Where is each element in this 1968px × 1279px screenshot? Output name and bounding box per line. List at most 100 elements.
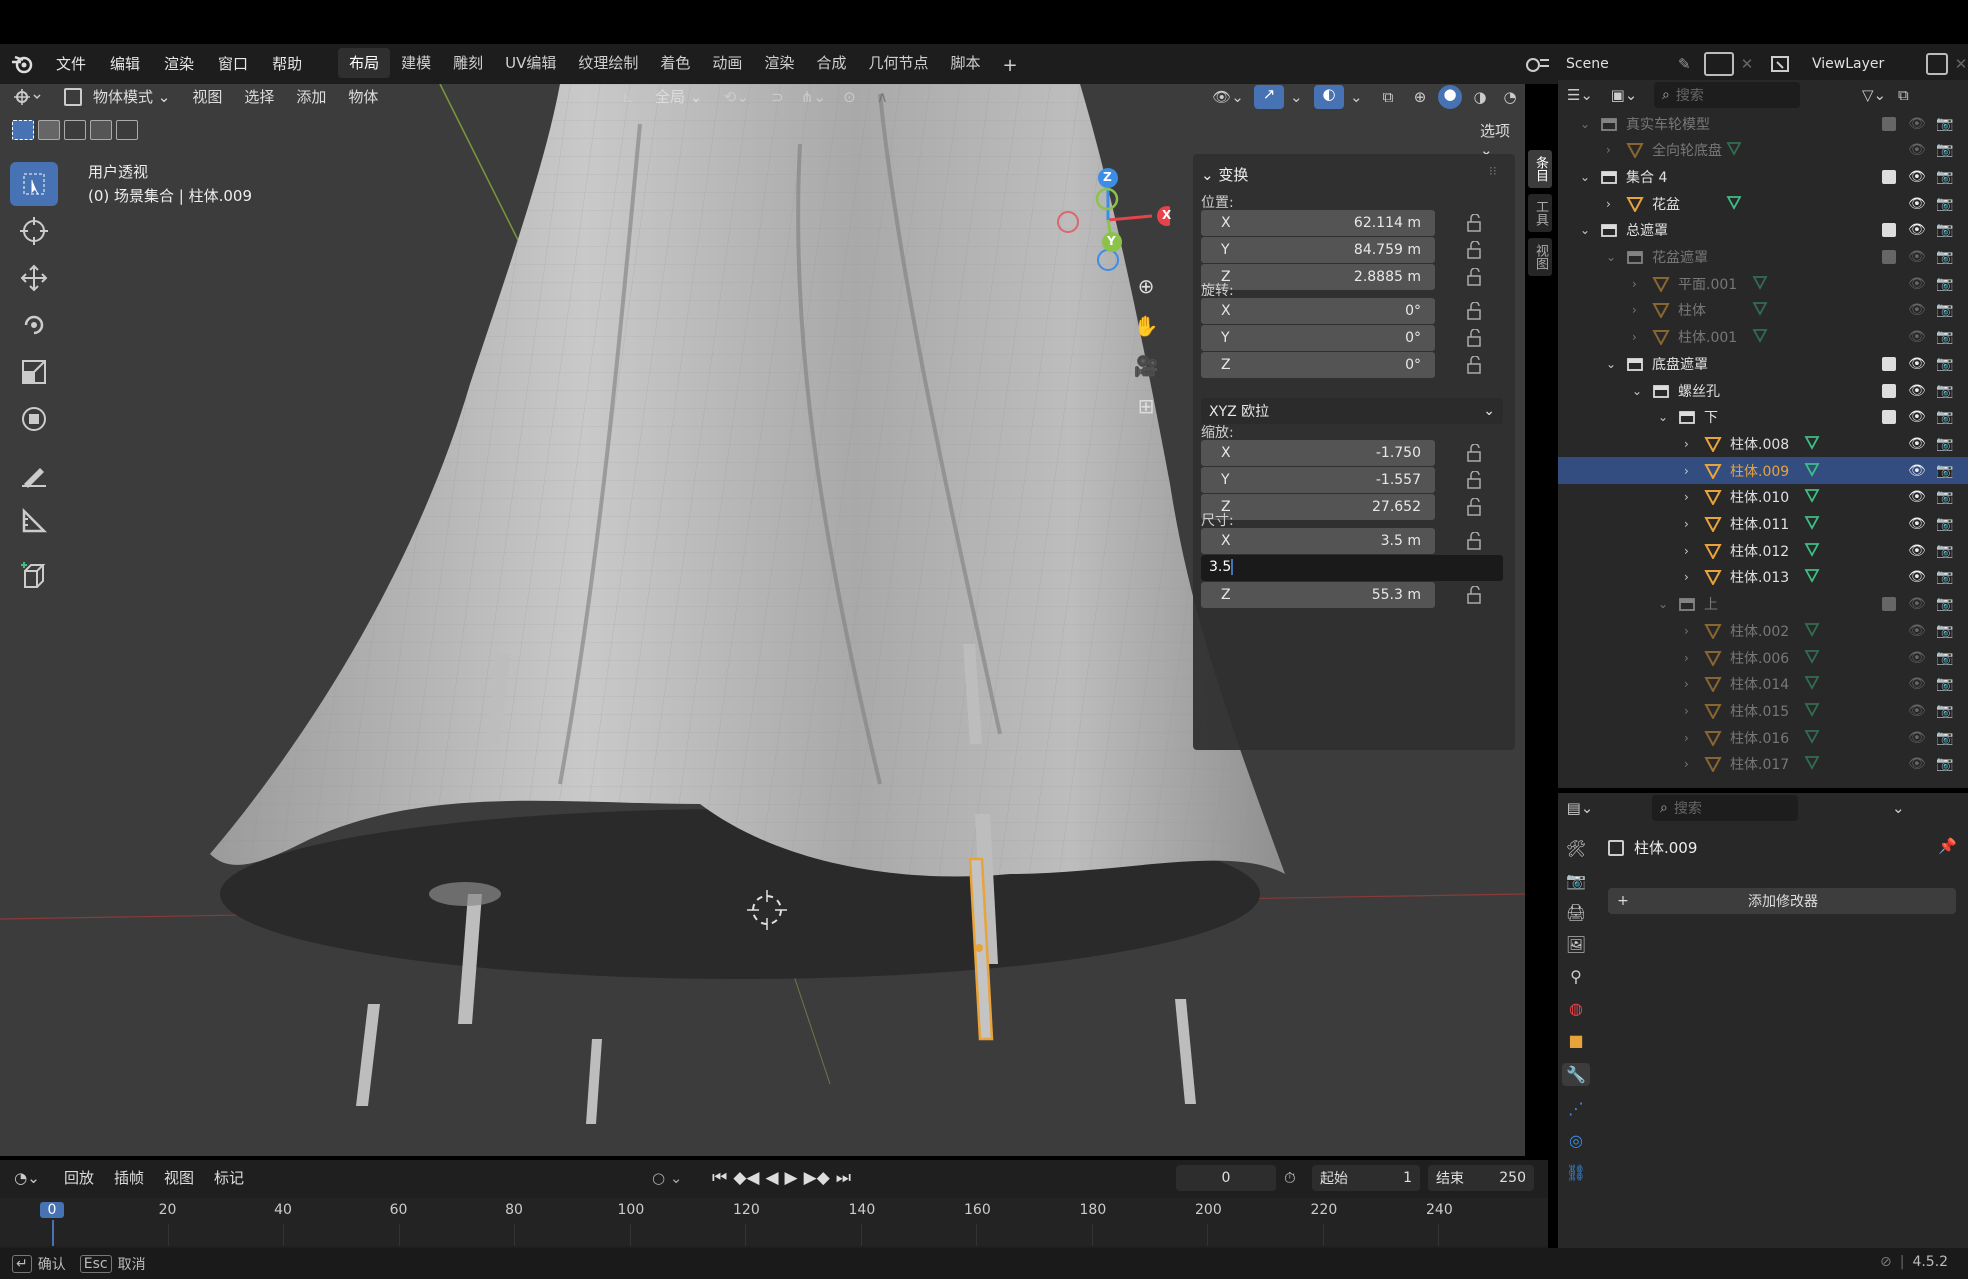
camera-icon[interactable]: 📷 — [1936, 383, 1953, 399]
chevron-icon[interactable]: › — [1606, 143, 1611, 157]
eye-icon[interactable]: 👁 — [1908, 383, 1926, 399]
camera-icon[interactable]: 📷 — [1936, 302, 1953, 318]
properties-search[interactable]: ⌕ 搜索 — [1652, 795, 1798, 821]
outliner-row[interactable]: › 柱体.001 👁 📷 — [1558, 324, 1968, 351]
jump-start-icon[interactable]: ⏮ — [712, 1168, 727, 1188]
eye-icon[interactable]: 👁 — [1908, 596, 1926, 612]
camera-icon[interactable]: 📷 — [1936, 756, 1953, 772]
pan-hand-icon[interactable]: ✋ — [1130, 314, 1162, 344]
snap-icon[interactable]: ⊃ — [759, 88, 795, 106]
outliner-row[interactable]: › 柱体.006 👁 📷 — [1558, 644, 1968, 671]
tab-workspace-8[interactable]: 合成 — [805, 48, 857, 78]
outliner-row[interactable]: › 柱体.002 👁 📷 — [1558, 617, 1968, 644]
checkbox-icon[interactable] — [1882, 169, 1896, 184]
outliner-row[interactable]: ⌄ 集合 4 👁 📷 — [1558, 163, 1968, 190]
camera-icon[interactable]: 📷 — [1936, 249, 1953, 265]
view-layer-field[interactable]: ViewLayer — [1804, 51, 1920, 77]
chevron-icon[interactable]: › — [1684, 651, 1689, 665]
eye-icon[interactable]: 👁 — [1908, 676, 1926, 692]
stopwatch-icon[interactable]: ⏱ — [1284, 1169, 1296, 1187]
eye-icon[interactable]: 👁 — [1908, 329, 1926, 345]
outliner-row[interactable]: › 花盆 👁 📷 — [1558, 190, 1968, 217]
tab-workspace-6[interactable]: 动画 — [701, 48, 753, 78]
viewport-menu-1[interactable]: 选择 — [233, 84, 285, 110]
lock-icon[interactable] — [1465, 267, 1487, 286]
camera-icon[interactable]: 📷 — [1936, 569, 1953, 585]
outliner-row[interactable]: › 柱体.008 👁 📷 — [1558, 430, 1968, 457]
camera-icon[interactable]: 📷 — [1936, 329, 1953, 345]
physics-props-icon[interactable]: ◎ — [1569, 1131, 1583, 1150]
mesh-data-icon[interactable] — [1804, 754, 1820, 774]
jump-end-icon[interactable]: ⏭ — [836, 1168, 851, 1188]
eye-icon[interactable]: 👁 — [1908, 516, 1926, 532]
chevron-icon[interactable]: ⌄ — [1658, 410, 1668, 424]
outliner-row[interactable]: › 柱体.016 👁 📷 — [1558, 724, 1968, 751]
chevron-icon[interactable]: ⌄ — [1606, 250, 1616, 264]
play-icon[interactable]: ▶ — [785, 1168, 798, 1188]
lock-icon[interactable] — [1465, 328, 1487, 347]
outliner-row[interactable]: › 柱体.010 👁 📷 — [1558, 484, 1968, 511]
outliner-row[interactable]: ⌄ 上 👁 📷 — [1558, 591, 1968, 618]
measure-tool[interactable] — [10, 499, 58, 543]
camera-icon[interactable]: 📷 — [1936, 676, 1953, 692]
npanel-tab-0[interactable]: 条目 — [1528, 150, 1552, 188]
select-subtract-icon[interactable] — [64, 120, 86, 140]
eye-icon[interactable]: 👁 — [1908, 623, 1926, 639]
visibility-icon[interactable]: 👁⌄ — [1208, 88, 1248, 106]
camera-icon[interactable]: 📷 — [1936, 169, 1953, 185]
tab-workspace-0[interactable]: 布局 — [338, 48, 391, 78]
camera-icon[interactable]: 📷 — [1936, 222, 1953, 238]
eye-icon[interactable]: 👁 — [1908, 302, 1926, 318]
chevron-icon[interactable]: › — [1684, 490, 1689, 504]
gizmo-dropdown-icon[interactable]: ⌄ — [1290, 88, 1308, 106]
timeline-editor-icon[interactable]: ◔⌄ — [0, 1169, 54, 1187]
lock-icon[interactable] — [1465, 531, 1487, 550]
camera-icon[interactable]: 📷 — [1936, 463, 1953, 479]
npanel-tab-1[interactable]: 工具 — [1528, 194, 1552, 232]
mesh-data-icon[interactable] — [1752, 327, 1768, 347]
modifier-props-icon[interactable]: 🔧 — [1562, 1063, 1590, 1086]
lock-icon[interactable] — [1465, 301, 1487, 320]
overlays-dropdown-icon[interactable]: ⌄ — [1350, 88, 1368, 106]
tab-workspace-1[interactable]: 建模 — [390, 48, 442, 78]
chevron-icon[interactable]: › — [1684, 704, 1689, 718]
checkbox-icon[interactable] — [1882, 356, 1896, 371]
new-collection-icon[interactable]: ⧉ — [1898, 86, 1918, 104]
checkbox-icon[interactable] — [1882, 410, 1896, 425]
select-extend-icon[interactable] — [38, 120, 60, 140]
material-shading-icon[interactable]: ◑ — [1468, 88, 1492, 106]
eye-icon[interactable]: 👁 — [1908, 569, 1926, 585]
camera-icon[interactable]: 📷 — [1936, 703, 1953, 719]
timeline-menu-1[interactable]: 插帧 — [104, 1165, 154, 1191]
outliner-row[interactable]: ⌄ 下 👁 📷 — [1558, 404, 1968, 431]
tab-workspace-9[interactable]: 几何节点 — [857, 48, 939, 78]
lock-icon[interactable] — [1465, 497, 1487, 516]
rotate-tool[interactable] — [10, 303, 58, 347]
outliner-search[interactable]: ⌕ 搜索 — [1654, 82, 1800, 108]
rotation-x-field[interactable]: X 0° — [1201, 298, 1435, 324]
new-scene-icon[interactable] — [1704, 52, 1734, 76]
dimensions-x-field[interactable]: X 3.5 m — [1201, 528, 1435, 554]
lock-icon[interactable] — [1465, 470, 1487, 489]
camera-icon[interactable]: 📷 — [1936, 489, 1953, 505]
eye-icon[interactable]: 👁 — [1908, 169, 1926, 185]
checkbox-icon[interactable] — [1882, 116, 1896, 131]
current-frame-field[interactable]: 0 — [1176, 1165, 1276, 1191]
filter-icon[interactable]: ▽⌄ — [1862, 86, 1898, 104]
object-props-icon[interactable]: ■ — [1568, 1031, 1583, 1050]
transform-section-header[interactable]: ⌄ 变换 — [1201, 164, 1248, 185]
ortho-grid-icon[interactable]: ⊞ — [1130, 394, 1162, 424]
menu-item-4[interactable]: 帮助 — [260, 44, 314, 84]
delete-scene-icon[interactable]: ✕ — [1734, 55, 1760, 73]
mesh-data-icon[interactable] — [1804, 461, 1820, 481]
chevron-icon[interactable]: › — [1606, 197, 1611, 211]
camera-icon[interactable]: 📷 — [1936, 409, 1953, 425]
mesh-data-icon[interactable] — [1804, 434, 1820, 454]
chevron-icon[interactable]: › — [1684, 624, 1689, 638]
menu-item-2[interactable]: 渲染 — [152, 44, 206, 84]
camera-icon[interactable]: 📷 — [1936, 623, 1953, 639]
eye-icon[interactable]: 👁 — [1908, 756, 1926, 772]
pivot-icon[interactable]: ⟲⌄ — [713, 88, 759, 106]
scene-field[interactable]: Scene — [1558, 51, 1678, 77]
tab-workspace-3[interactable]: UV编辑 — [494, 48, 567, 78]
